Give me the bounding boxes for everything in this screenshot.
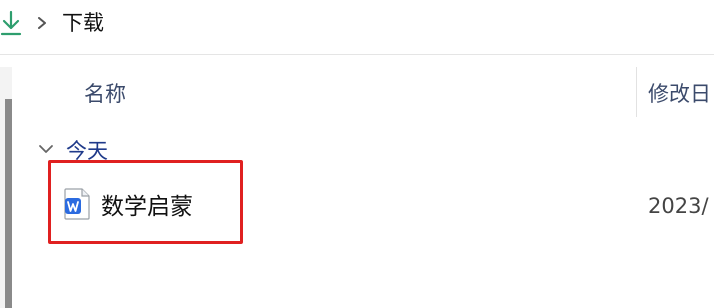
column-separator[interactable] bbox=[636, 67, 637, 117]
breadcrumb-current-folder[interactable]: 下载 bbox=[62, 9, 104, 37]
chevron-right-icon[interactable] bbox=[37, 17, 47, 29]
download-arrow-icon[interactable] bbox=[0, 10, 22, 36]
highlight-box bbox=[48, 160, 243, 244]
chevron-down-icon[interactable] bbox=[38, 144, 54, 154]
nav-scrollbar[interactable] bbox=[5, 99, 12, 308]
navigation-pane bbox=[0, 67, 12, 308]
file-date-modified: 2023/ bbox=[648, 194, 709, 218]
address-bar: 下载 bbox=[0, 0, 714, 55]
column-header-date-modified[interactable]: 修改日 bbox=[648, 80, 711, 108]
column-header-name[interactable]: 名称 bbox=[84, 80, 126, 108]
